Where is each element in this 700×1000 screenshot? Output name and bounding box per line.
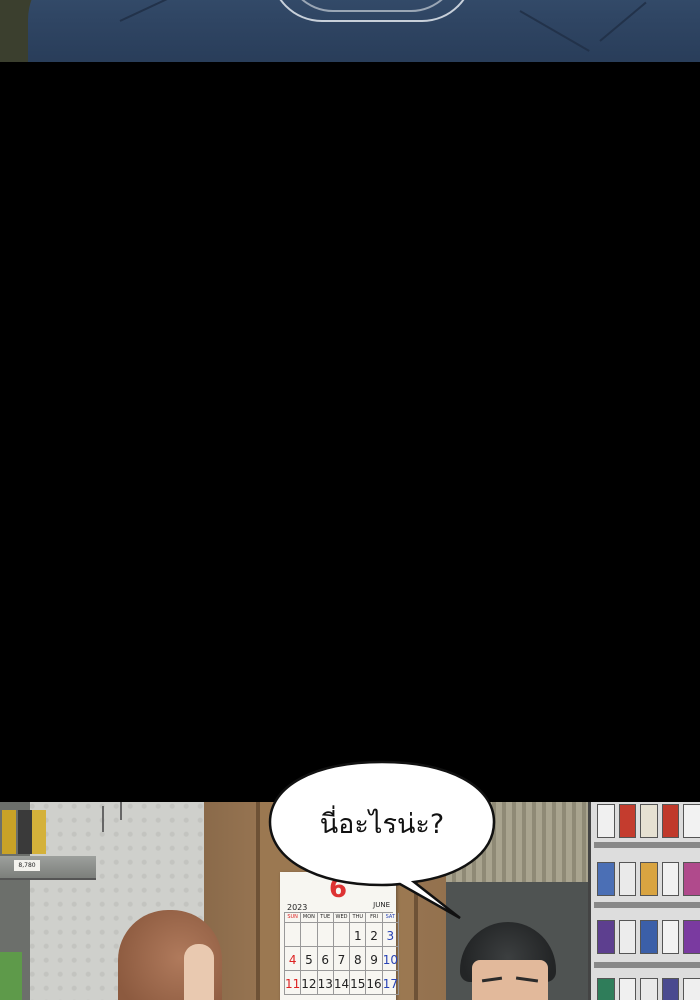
rack-row — [597, 862, 700, 898]
black-panel-gap — [0, 62, 700, 802]
rack-row — [597, 920, 700, 956]
calendar-day — [301, 923, 318, 947]
cigarette-pack — [640, 920, 658, 954]
calendar-day: 3 — [382, 923, 399, 947]
display-hook — [102, 806, 104, 832]
calendar-day: 1 — [350, 923, 367, 947]
cigarette-pack — [618, 862, 637, 896]
top-panel-shirt — [0, 0, 700, 62]
cigarette-pack — [618, 804, 637, 838]
cigarette-pack — [597, 978, 615, 1000]
shelf-product — [18, 810, 32, 854]
cigarette-pack — [640, 804, 658, 838]
rack-row — [597, 978, 700, 1000]
price-tag: 8,780 — [14, 860, 40, 871]
cigarette-pack — [683, 804, 700, 838]
speech-bubble: นี่อะไรน่ะ? — [264, 758, 500, 923]
calendar-day: 16 — [366, 971, 383, 995]
cigarette-pack — [597, 804, 615, 838]
calendar-day: 7 — [333, 947, 351, 971]
green-product-box — [0, 952, 22, 1000]
calendar-day — [317, 923, 334, 947]
cigarette-pack — [661, 978, 680, 1000]
cigarette-pack — [597, 920, 615, 954]
shelf-product — [2, 810, 16, 854]
cigarette-pack — [683, 920, 700, 954]
calendar-day — [285, 923, 302, 947]
calendar-day: 9 — [366, 947, 383, 971]
rack-row — [597, 804, 700, 840]
cigarette-pack — [683, 978, 700, 1000]
calendar-day: 11 — [285, 971, 302, 995]
cigarette-pack — [640, 978, 658, 1000]
cigarette-pack — [683, 862, 700, 896]
calendar-day: 5 — [301, 947, 318, 971]
calendar-day: 4 — [285, 947, 302, 971]
cigarette-pack — [597, 862, 615, 896]
calendar-day: 15 — [350, 971, 367, 995]
calendar-day — [333, 923, 351, 947]
calendar-day: 6 — [317, 947, 334, 971]
calendar-day: 2 — [366, 923, 383, 947]
rack-ledge — [594, 902, 700, 908]
calendar-grid: SUN MON TUE WED THU FRI SAT 1 2 3 4 5 6 7 8 9 10 11 12 13 14… — [284, 912, 399, 995]
display-hook — [120, 802, 122, 820]
cigarette-pack — [618, 978, 637, 1000]
cigarette-pack — [618, 920, 637, 954]
cigarette-rack — [588, 802, 700, 1000]
calendar-day: 13 — [317, 971, 334, 995]
speech-bubble-text: นี่อะไรน่ะ? — [319, 809, 445, 840]
rack-ledge — [594, 842, 700, 848]
calendar-day: 17 — [382, 971, 399, 995]
rack-ledge — [594, 962, 700, 968]
cigarette-pack — [661, 862, 680, 896]
woman-face — [184, 944, 214, 1000]
calendar-day: 14 — [333, 971, 351, 995]
cigarette-pack — [661, 804, 680, 838]
shelf-product — [32, 810, 46, 854]
calendar-day: 12 — [301, 971, 318, 995]
calendar-day: 10 — [382, 947, 399, 971]
cigarette-pack — [640, 862, 658, 896]
cigarette-pack — [661, 920, 680, 954]
calendar-day: 8 — [350, 947, 367, 971]
